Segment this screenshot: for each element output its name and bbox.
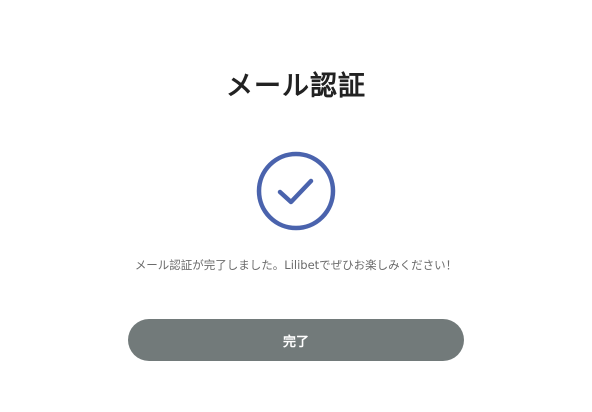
verification-message: メール認証が完了しました。Lilibetでぜひお楽しみください！ [134,258,458,272]
dialog-title: メール認証 [226,71,366,102]
check-circle-icon [255,150,337,232]
done-button[interactable]: 完了 [128,319,464,361]
email-verification-dialog: メール認証 メール認証が完了しました。Lilibetでぜひお楽しみください！ 完… [0,0,592,412]
